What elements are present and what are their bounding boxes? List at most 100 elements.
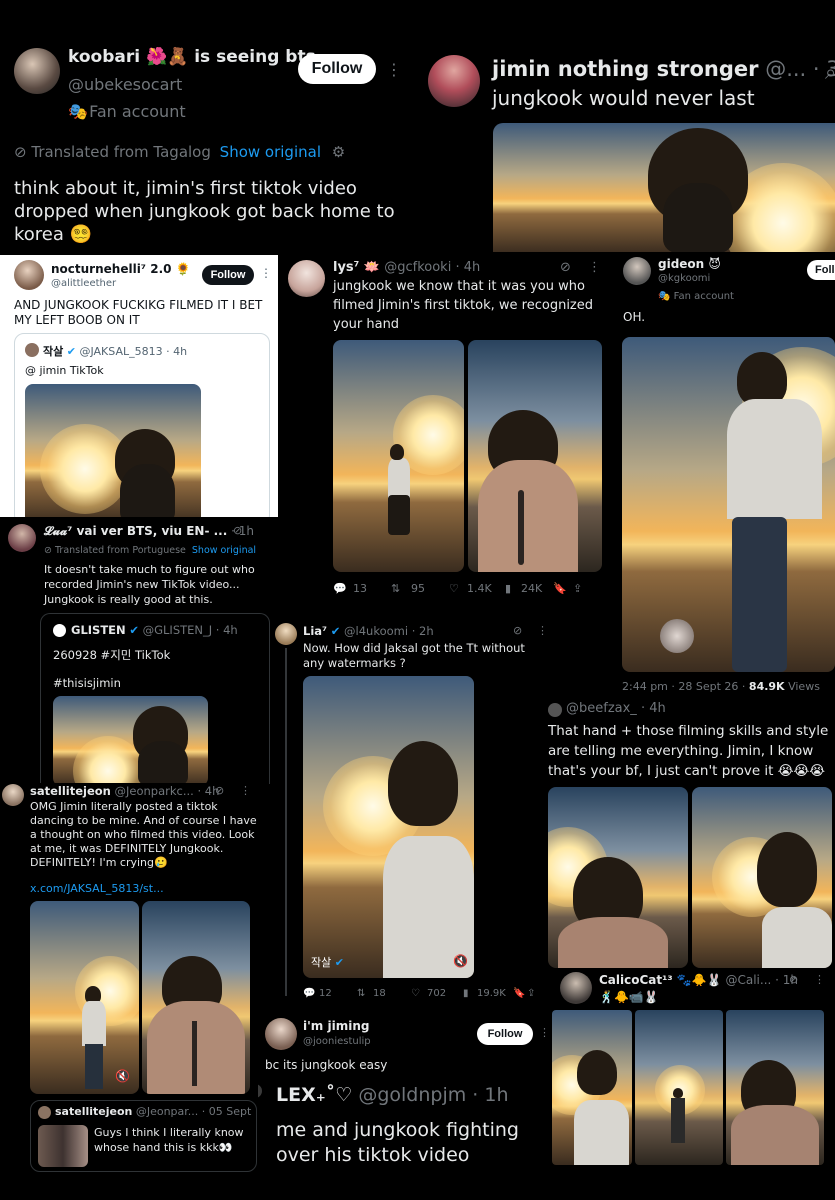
author-handle[interactable]: @gcfkooki · 4h	[384, 260, 480, 275]
mask-icon: 🎭	[658, 291, 671, 302]
retweet-icon[interactable]: ⇅	[357, 988, 373, 999]
follow-button[interactable]: Follow	[202, 265, 254, 285]
views-icon[interactable]: ▮	[505, 582, 521, 595]
show-original-link[interactable]: Show original	[192, 545, 256, 556]
tweet-photo[interactable]	[53, 696, 208, 784]
gear-icon[interactable]: ⚙	[332, 143, 345, 161]
grok-icon[interactable]: ⊘	[513, 624, 522, 637]
author-handle[interactable]: @kgkoomi	[658, 273, 710, 284]
verified-icon: ✔	[129, 623, 139, 637]
tweet-photo-1[interactable]	[333, 340, 464, 572]
author-name[interactable]: 𝓛𝓾𝓪⁷ vai ver BTS, viu EN- ...	[44, 524, 227, 538]
author-handle[interactable]: @GLISTEN_J · 4h	[143, 623, 238, 637]
view-count: 19.9K	[477, 988, 506, 999]
watermark: 작살 ✔	[311, 956, 344, 969]
tweet-photo-1[interactable]	[552, 1010, 632, 1165]
follow-button[interactable]: Foll	[807, 260, 835, 280]
avatar[interactable]	[265, 1018, 297, 1050]
more-icon[interactable]: ⋮	[240, 784, 251, 797]
tweet-photo-2[interactable]	[692, 787, 832, 968]
avatar[interactable]	[8, 524, 36, 552]
mini-avatar[interactable]	[660, 619, 694, 653]
more-icon[interactable]: ⋮	[588, 260, 601, 275]
author-handle[interactable]: @alittleether	[51, 278, 116, 289]
grok-icon[interactable]: ⊘	[233, 524, 242, 537]
quote-thumbnail[interactable]	[38, 1125, 88, 1167]
bookmark-icon[interactable]: 🔖	[513, 988, 527, 999]
grok-icon[interactable]: ⊘	[560, 260, 571, 275]
search-icon[interactable]: ⌕	[825, 60, 835, 84]
avatar[interactable]	[288, 260, 325, 297]
reply-icon[interactable]: 💬	[303, 988, 319, 999]
share-icon[interactable]: ⇪	[573, 582, 582, 595]
avatar[interactable]	[25, 343, 39, 357]
tweet-link[interactable]: x.com/JAKSAL_5813/st...	[30, 882, 164, 895]
avatar[interactable]	[275, 623, 297, 645]
author-handle[interactable]: @...	[765, 57, 806, 81]
avatar[interactable]	[2, 784, 24, 806]
author-handle[interactable]: @goldnpjm · 1h	[358, 1084, 508, 1106]
avatar[interactable]	[428, 55, 480, 107]
more-icon[interactable]: ⋮	[539, 1026, 550, 1039]
reply-icon[interactable]: 💬	[333, 582, 353, 595]
author-handle[interactable]: @Jeonparkc... · 4h	[115, 784, 220, 798]
quote-author-handle[interactable]: @JAKSAL_5813 · 4h	[79, 345, 187, 358]
author-name[interactable]: GLISTEN	[71, 623, 126, 637]
tweet-photo-2[interactable]: 🔇	[468, 340, 602, 572]
author-handle[interactable]: @jooniestulip	[303, 1036, 371, 1047]
more-icon[interactable]: ⋮	[814, 973, 825, 986]
quote-card[interactable]: 작살 ✔ @JAKSAL_5813 · 4h @ jimin TikTok	[14, 333, 270, 517]
like-icon[interactable]: ♡	[449, 582, 467, 595]
hashtag[interactable]: #thisisjimin	[53, 676, 121, 690]
like-icon[interactable]: ♡	[411, 988, 427, 999]
grok-icon[interactable]: ⊘	[215, 784, 224, 797]
author-handle[interactable]: @l4ukoomi · 2h	[344, 624, 434, 638]
author-name[interactable]: nocturnehelli⁷ 2.0 🌻	[51, 262, 191, 276]
author-handle[interactable]: @ubekesocart	[68, 75, 182, 94]
follow-button[interactable]: Follow	[298, 54, 376, 84]
author-name[interactable]: satellitejeon	[30, 784, 111, 798]
more-icon[interactable]: ⋮	[260, 266, 272, 280]
share-icon[interactable]: ⇪	[527, 988, 535, 999]
tweet-photo[interactable]	[622, 337, 835, 672]
author-name[interactable]: Lia⁷	[303, 624, 327, 638]
author-name[interactable]: LEX₊˚♡	[276, 1084, 352, 1106]
quote-author-name[interactable]: 작살	[43, 345, 63, 358]
tweet-photo-2[interactable]	[142, 901, 250, 1094]
avatar[interactable]	[258, 1084, 262, 1098]
mute-icon[interactable]: 🔇	[115, 1069, 130, 1083]
author-handle[interactable]: @Jeonpar... · 05 Sept	[136, 1105, 251, 1118]
tweet-photo-1[interactable]: 🔇	[30, 901, 139, 1094]
author-name[interactable]: satellitejeon	[55, 1105, 132, 1118]
quote-photo[interactable]	[25, 384, 201, 517]
author-handle[interactable]: @Cali... · 1h	[725, 973, 798, 987]
more-icon[interactable]: ⋮	[386, 60, 402, 79]
author-handle[interactable]: @beefzax_ · 4h	[566, 701, 666, 716]
avatar[interactable]	[38, 1106, 51, 1119]
views-icon[interactable]: ▮	[463, 988, 477, 999]
tweet-photo-2[interactable]	[635, 1010, 723, 1165]
author-name[interactable]: gideon 😈	[658, 257, 721, 271]
author-name[interactable]: CalicoCat¹³ 🐾🐥🐰	[599, 973, 722, 987]
bookmark-icon[interactable]: 🔖	[553, 582, 573, 595]
follow-button[interactable]: Follow	[477, 1023, 533, 1045]
author-line: satellitejeon @Jeonparkc... · 4h	[30, 784, 219, 798]
more-icon[interactable]: ⋮	[537, 624, 548, 637]
avatar[interactable]	[548, 703, 562, 717]
avatar[interactable]	[14, 48, 60, 94]
avatar[interactable]	[623, 257, 651, 285]
avatar[interactable]	[560, 972, 592, 1004]
avatar[interactable]	[53, 624, 66, 637]
author-name[interactable]: jimin nothing stronger	[492, 57, 759, 81]
tweet-photo[interactable]: 작살 ✔ 🔇	[303, 676, 474, 978]
avatar[interactable]	[14, 260, 44, 290]
tweet-photo-1[interactable]	[548, 787, 688, 968]
author-name[interactable]: lys⁷ 🪷	[333, 260, 380, 275]
author-name[interactable]: i'm jiming	[303, 1019, 369, 1033]
mute-icon[interactable]: 🔇	[453, 954, 468, 968]
retweet-icon[interactable]: ⇅	[391, 582, 411, 595]
tweet-photo[interactable]	[493, 123, 835, 252]
grok-icon[interactable]: ⊘	[789, 973, 798, 986]
show-original-link[interactable]: Show original	[220, 143, 321, 161]
tweet-photo-3[interactable]	[726, 1010, 824, 1165]
